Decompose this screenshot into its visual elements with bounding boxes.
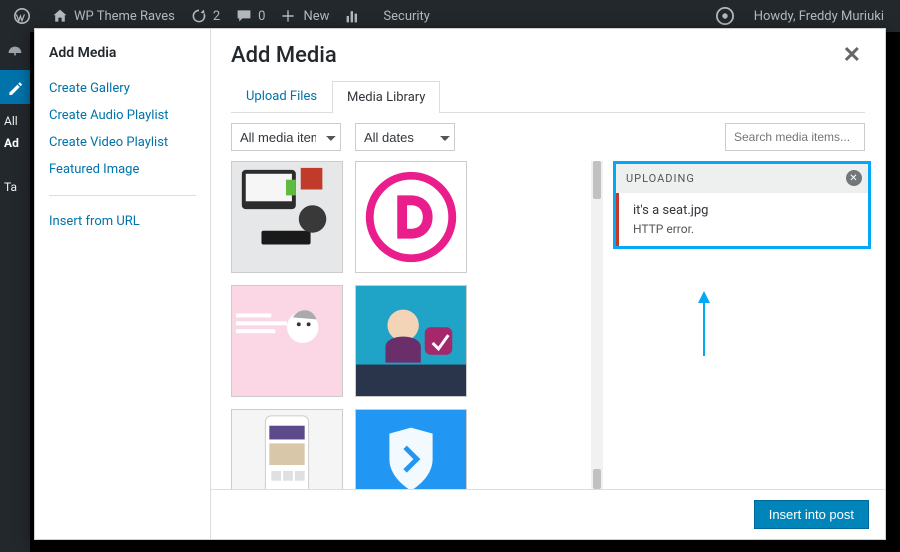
media-modal-main: Add Media ✕ Upload Files Media Library A… xyxy=(211,29,885,539)
modal-footer: Insert into post xyxy=(211,489,885,539)
howdy-text: Howdy, Freddy Muriuki xyxy=(754,9,884,24)
menu-posts[interactable] xyxy=(0,70,30,104)
nav-create-audio[interactable]: Create Audio Playlist xyxy=(49,102,196,129)
tab-media-library[interactable]: Media Library xyxy=(332,81,440,113)
comments-count: 0 xyxy=(258,9,265,24)
thumbnail-divi[interactable] xyxy=(355,161,467,273)
menu-tag-hint: Ta xyxy=(4,180,17,194)
upload-status-box: UPLOADING ✕ it's a seat.jpg HTTP error. xyxy=(613,161,871,249)
divider xyxy=(49,195,196,196)
updates-icon xyxy=(191,8,209,24)
annotation-arrow xyxy=(703,301,705,356)
plus-icon xyxy=(281,9,299,23)
menu-all-hint: All xyxy=(4,114,18,128)
media-modal-sidebar: Add Media Create Gallery Create Audio Pl… xyxy=(35,29,211,539)
thumbnail-yoast[interactable] xyxy=(355,285,467,397)
tab-upload-files[interactable]: Upload Files xyxy=(231,80,332,112)
nav-featured-image[interactable]: Featured Image xyxy=(49,156,196,183)
thumbnail-phone[interactable] xyxy=(231,409,343,489)
nav-create-video[interactable]: Create Video Playlist xyxy=(49,129,196,156)
modal-title: Add Media xyxy=(231,43,337,68)
new-label: New xyxy=(303,9,329,24)
media-tabs: Upload Files Media Library xyxy=(231,80,865,113)
media-details-column: UPLOADING ✕ it's a seat.jpg HTTP error. xyxy=(603,161,873,489)
upload-status-header: UPLOADING ✕ xyxy=(616,164,868,193)
stats-icon xyxy=(345,8,363,24)
attachments-scrollbar[interactable] xyxy=(591,161,603,489)
close-icon: ✕ xyxy=(849,173,858,184)
thumbnail-wpcompress[interactable]: WP Compress xyxy=(355,409,467,489)
insert-into-post-button[interactable]: Insert into post xyxy=(754,500,869,529)
nav-create-gallery[interactable]: Create Gallery xyxy=(49,75,196,102)
menu-dashboard[interactable] xyxy=(0,36,30,70)
close-modal-button[interactable]: ✕ xyxy=(839,43,865,68)
home-icon xyxy=(52,8,70,24)
thumbnail-pink-card[interactable] xyxy=(231,285,343,397)
updates-count: 2 xyxy=(213,9,220,24)
upload-error-text: HTTP error. xyxy=(633,222,854,236)
security-label: Security xyxy=(383,9,430,24)
site-name: WP Theme Raves xyxy=(74,9,175,24)
upload-filename: it's a seat.jpg xyxy=(633,203,854,218)
media-toolbar: All media items All dates xyxy=(211,113,885,161)
filter-type-select[interactable]: All media items xyxy=(231,123,341,151)
nav-insert-from-url[interactable]: Insert from URL xyxy=(49,208,196,235)
media-modal: Add Media Create Gallery Create Audio Pl… xyxy=(34,28,886,540)
dismiss-upload-button[interactable]: ✕ xyxy=(846,170,862,186)
menu-add-hint: Ad xyxy=(4,136,19,150)
close-icon: ✕ xyxy=(843,43,861,68)
attachments-grid: WP Compress xyxy=(231,161,591,489)
uploading-heading: UPLOADING xyxy=(626,172,695,185)
upload-error-item: it's a seat.jpg HTTP error. xyxy=(616,193,868,246)
thumbnail-desk[interactable] xyxy=(231,161,343,273)
yoast-icon xyxy=(716,7,734,25)
wp-admin-menu: All Ad Ta xyxy=(0,32,30,552)
sidebar-heading: Add Media xyxy=(49,45,196,61)
filter-date-select[interactable]: All dates xyxy=(355,123,455,151)
wordpress-icon xyxy=(14,8,32,24)
comment-icon xyxy=(236,8,254,24)
search-input[interactable] xyxy=(725,123,865,151)
